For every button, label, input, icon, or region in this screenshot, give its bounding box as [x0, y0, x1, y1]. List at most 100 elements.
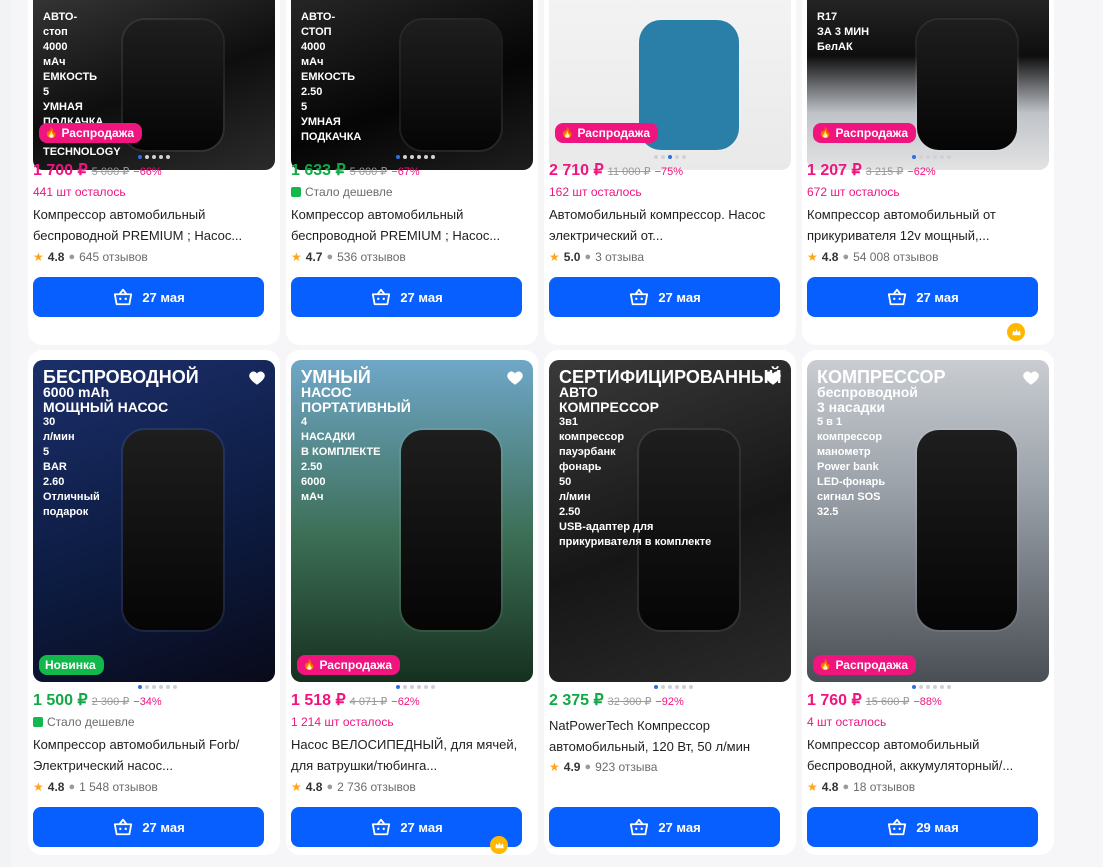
- pagination-dot[interactable]: [152, 155, 156, 159]
- pagination-dot[interactable]: [919, 155, 923, 159]
- pagination-dot[interactable]: [689, 685, 693, 689]
- pagination-dot[interactable]: [396, 155, 400, 159]
- favorite-icon[interactable]: [1022, 369, 1040, 387]
- pagination-dot[interactable]: [675, 155, 679, 159]
- image-pagination[interactable]: [396, 155, 435, 159]
- pagination-dot[interactable]: [424, 685, 428, 689]
- image-pagination[interactable]: [138, 155, 170, 159]
- image-caption: НАСОС: [301, 384, 352, 400]
- pagination-dot[interactable]: [661, 685, 665, 689]
- pagination-dot[interactable]: [417, 685, 421, 689]
- pagination-dot[interactable]: [173, 685, 177, 689]
- product-title[interactable]: Автомобильный компрессор. Насос электрич…: [549, 204, 779, 246]
- product-image[interactable]: БЕСПРОВОДНОЙ 6000 mAh МОЩНЫЙ НАСОС 30 л/мин 5…: [33, 360, 275, 682]
- image-text: АВТО- СТОП 4000 мАч ЕМКОСТЬ 2.50 5 УМНАЯ ПОДКАЧК…: [301, 10, 521, 145]
- pagination-dot[interactable]: [668, 155, 672, 159]
- image-caption: КОМПРЕССОР: [817, 367, 946, 387]
- reviews-count: 3 отзыва: [595, 250, 645, 264]
- delivery-cart-button[interactable]: 27 мая: [549, 807, 780, 847]
- product-title[interactable]: NatPowerTech Компрессор автомобильный, 1…: [549, 715, 779, 757]
- pagination-dot[interactable]: [947, 685, 951, 689]
- pagination-dot[interactable]: [919, 685, 923, 689]
- rating-value: 5.0: [563, 250, 581, 264]
- product-card[interactable]: АВТО- СТОП 4000 мАч ЕМКОСТЬ 2.50 5 УМНАЯ ПОДКАЧК…: [286, 0, 538, 345]
- pagination-dot[interactable]: [682, 685, 686, 689]
- pagination-dot[interactable]: [166, 685, 170, 689]
- pagination-dot[interactable]: [933, 155, 937, 159]
- rating-value: 4.8: [47, 250, 65, 264]
- favorite-icon[interactable]: [248, 369, 266, 387]
- image-pagination[interactable]: [138, 685, 177, 689]
- pagination-dot[interactable]: [947, 155, 951, 159]
- product-title[interactable]: Насос ВЕЛОСИПЕДНЫЙ, для мячей, для ватру…: [291, 734, 521, 776]
- favorite-icon[interactable]: [764, 369, 782, 387]
- pagination-dot[interactable]: [926, 155, 930, 159]
- product-image[interactable]: СЕРТИФИЦИРОВАННЫЙ АВТО КОМПРЕССОР 3в1 компре…: [549, 360, 791, 682]
- pagination-dot[interactable]: [940, 155, 944, 159]
- product-title[interactable]: Компрессор автомобильный от прикуривател…: [807, 204, 1037, 246]
- product-image[interactable]: КОМПРЕССОР беспроводной 3 насадки 5 в 1 комп…: [807, 360, 1049, 682]
- pagination-dot[interactable]: [940, 685, 944, 689]
- pagination-dot[interactable]: [668, 685, 672, 689]
- pagination-dot[interactable]: [654, 155, 658, 159]
- favorite-icon[interactable]: [506, 369, 524, 387]
- image-pagination[interactable]: [654, 155, 686, 159]
- pagination-dot[interactable]: [159, 685, 163, 689]
- product-image[interactable]: R17 ЗА 3 МИН БелАК 🔥 Распродажа: [807, 0, 1049, 170]
- pagination-dot[interactable]: [661, 155, 665, 159]
- image-caption: УМНАЯ: [43, 101, 83, 113]
- delivery-cart-button[interactable]: 27 мая: [33, 807, 264, 847]
- pagination-dot[interactable]: [424, 155, 428, 159]
- image-pagination[interactable]: [912, 155, 951, 159]
- pagination-dot[interactable]: [912, 155, 916, 159]
- image-pagination[interactable]: [912, 685, 951, 689]
- pagination-dot[interactable]: [403, 155, 407, 159]
- product-card[interactable]: УМНЫЙ НАСОС ПОРТАТИВНЫЙ 4 НАСАДКИ В КОМПЛЕКТЕ…: [286, 350, 538, 855]
- pagination-dot[interactable]: [682, 155, 686, 159]
- pagination-dot[interactable]: [431, 685, 435, 689]
- product-image[interactable]: 🔥 Распродажа: [549, 0, 791, 170]
- product-card[interactable]: СЕРТИФИЦИРОВАННЫЙ АВТО КОМПРЕССОР 3в1 компре…: [544, 350, 796, 855]
- pagination-dot[interactable]: [410, 155, 414, 159]
- product-image[interactable]: УМНЫЙ НАСОС ПОРТАТИВНЫЙ 4 НАСАДКИ В КОМПЛЕКТЕ…: [291, 360, 533, 682]
- product-card[interactable]: R17 ЗА 3 МИН БелАК 🔥 Распродажа 1 207 ₽3 215 …: [802, 0, 1054, 345]
- old-price: 2 300 ₽: [91, 696, 130, 708]
- pagination-dot[interactable]: [138, 155, 142, 159]
- delivery-cart-button[interactable]: 29 мая: [807, 807, 1038, 847]
- pagination-dot[interactable]: [654, 685, 658, 689]
- star-icon: ★: [549, 250, 560, 264]
- pagination-dot[interactable]: [417, 155, 421, 159]
- pagination-dot[interactable]: [145, 155, 149, 159]
- product-card[interactable]: 🔥 Распродажа 2 710 ₽11 000 ₽ −75% 162 шт ост…: [544, 0, 796, 345]
- pagination-dot[interactable]: [152, 685, 156, 689]
- pagination-dot[interactable]: [145, 685, 149, 689]
- product-title[interactable]: Компрессор автомобильный беспроводной PR…: [33, 204, 263, 246]
- pagination-dot[interactable]: [403, 685, 407, 689]
- pagination-dot[interactable]: [926, 685, 930, 689]
- product-image[interactable]: АВТО-стоп4000мАчЕМКОСТЬ5УМНАЯПОДКАЧКАGER…: [33, 0, 275, 170]
- product-card[interactable]: АВТО-стоп4000мАчЕМКОСТЬ5УМНАЯПОДКАЧКАGER…: [28, 0, 280, 345]
- product-card[interactable]: КОМПРЕССОР беспроводной 3 насадки 5 в 1 комп…: [802, 350, 1054, 855]
- pagination-dot[interactable]: [138, 685, 142, 689]
- product-image[interactable]: АВТО- СТОП 4000 мАч ЕМКОСТЬ 2.50 5 УМНАЯ ПОДКАЧК…: [291, 0, 533, 170]
- rating-value: 4.8: [821, 250, 839, 264]
- delivery-cart-button[interactable]: 27 мая: [291, 807, 522, 847]
- product-title[interactable]: Компрессор автомобильный беспроводной, а…: [807, 734, 1037, 776]
- pagination-dot[interactable]: [166, 155, 170, 159]
- delivery-cart-button[interactable]: 27 мая: [807, 277, 1038, 317]
- pagination-dot[interactable]: [675, 685, 679, 689]
- product-card[interactable]: БЕСПРОВОДНОЙ 6000 mAh МОЩНЫЙ НАСОС 30 л/мин 5…: [28, 350, 280, 855]
- delivery-cart-button[interactable]: 27 мая: [291, 277, 522, 317]
- pagination-dot[interactable]: [431, 155, 435, 159]
- product-title[interactable]: Компрессор автомобильный Forb/ Электриче…: [33, 734, 263, 776]
- delivery-cart-button[interactable]: 27 мая: [33, 277, 264, 317]
- pagination-dot[interactable]: [912, 685, 916, 689]
- product-title[interactable]: Компрессор автомобильный беспроводной PR…: [291, 204, 521, 246]
- pagination-dot[interactable]: [396, 685, 400, 689]
- image-pagination[interactable]: [396, 685, 435, 689]
- delivery-cart-button[interactable]: 27 мая: [549, 277, 780, 317]
- pagination-dot[interactable]: [410, 685, 414, 689]
- image-pagination[interactable]: [654, 685, 693, 689]
- pagination-dot[interactable]: [933, 685, 937, 689]
- pagination-dot[interactable]: [159, 155, 163, 159]
